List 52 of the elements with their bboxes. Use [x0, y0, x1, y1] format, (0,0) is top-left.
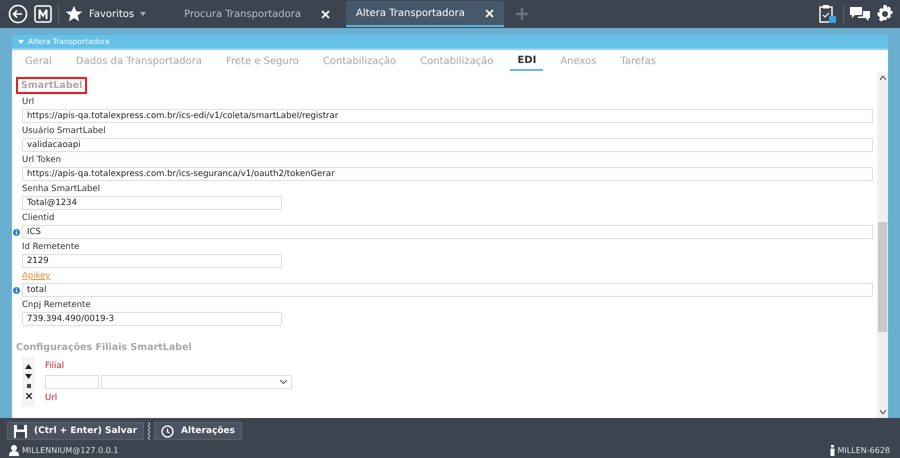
save-button[interactable]: (Ctrl + Enter) Salvar	[7, 422, 144, 440]
field-label: Usuário SmartLabel	[21, 126, 106, 136]
chevron-down-icon[interactable]	[280, 380, 287, 384]
history-button[interactable]: Alterações	[154, 422, 242, 440]
input-field[interactable]: total	[22, 283, 873, 297]
section-title: SmartLabel	[16, 77, 88, 94]
tab[interactable]: EDI	[510, 52, 544, 70]
field-label: Cnpj Remetente	[21, 300, 91, 310]
scroll-down-icon[interactable]	[880, 410, 886, 414]
field-label: Filial	[45, 361, 64, 371]
scroll-up-icon[interactable]	[880, 76, 886, 80]
field-label: Clientid	[21, 213, 54, 223]
floppy-icon	[14, 424, 27, 438]
input-field[interactable]: Total@1234	[22, 196, 282, 210]
section-title: Configurações Filiais SmartLabel	[16, 342, 192, 353]
info-icon[interactable]	[13, 228, 20, 236]
input-field[interactable]: validacaoapi	[22, 138, 873, 152]
user-address: MILLENNIUM@127.0.0.1	[22, 446, 118, 455]
field-label: Url Token	[21, 155, 61, 165]
input-field[interactable]: ICS	[22, 225, 873, 239]
close-icon[interactable]	[321, 10, 330, 18]
back-icon[interactable]	[8, 4, 28, 24]
field-label: Id Remetente	[21, 242, 80, 252]
field-label: Url	[45, 393, 58, 403]
input-field[interactable]: https://apis-qa.totalexpress.com.br/ics-seguranca/v1/oauth2/tokenGerar	[22, 167, 873, 181]
move-up-icon[interactable]	[25, 364, 32, 369]
move-down-icon[interactable]	[25, 374, 32, 379]
info-icon[interactable]	[13, 286, 20, 294]
clipboard-icon[interactable]	[819, 4, 837, 24]
window-tab[interactable]: Altera Transportadora	[346, 1, 504, 27]
field-label: Url	[21, 97, 34, 107]
divider-icon	[147, 422, 152, 440]
window-tab[interactable]: Procura Transportadora	[174, 1, 340, 27]
favorites-menu[interactable]: Favoritos	[89, 8, 134, 20]
star-icon[interactable]	[65, 5, 83, 23]
scrollbar-thumb[interactable]	[878, 222, 887, 332]
settings-icon[interactable]	[876, 5, 894, 23]
delete-icon[interactable]	[26, 393, 32, 399]
close-icon[interactable]	[484, 8, 494, 18]
input-field[interactable]	[45, 375, 99, 389]
clock-icon	[161, 424, 174, 438]
info-icon	[830, 445, 835, 456]
user-icon	[9, 445, 19, 456]
field-label: Senha SmartLabel	[21, 184, 100, 194]
caret-icon[interactable]	[140, 12, 146, 16]
scrollbar[interactable]	[877, 72, 888, 418]
logo-icon[interactable]	[34, 5, 52, 23]
chat-icon[interactable]	[850, 7, 870, 21]
machine-name: MILLEN-6628	[838, 446, 890, 455]
input-field[interactable]: https://apis-qa.totalexpress.com.br/ics-edi/v1/coleta/smartLabel/registrar	[22, 109, 873, 123]
input-field[interactable]: 739.394.490/0019-3	[22, 312, 282, 326]
input-field[interactable]: 2129	[22, 254, 282, 268]
